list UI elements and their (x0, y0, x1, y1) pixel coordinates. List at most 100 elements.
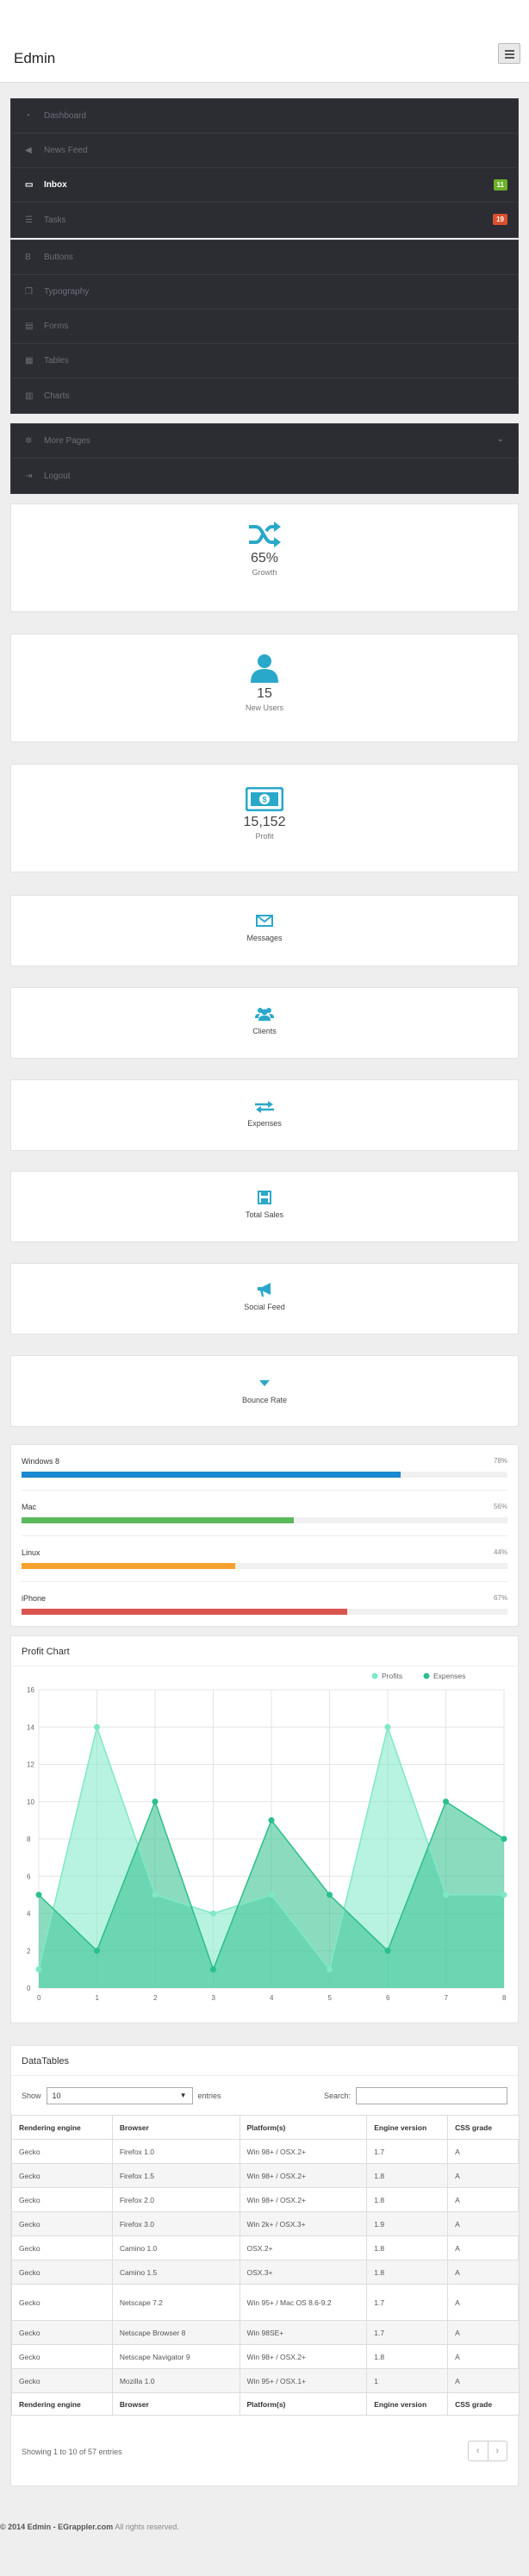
data-point-profits (384, 1723, 391, 1730)
progress-row-windows: Windows 8 78% (22, 1445, 507, 1491)
shortcut-social-feed[interactable]: Social Feed (10, 1263, 519, 1335)
user-icon (251, 654, 278, 683)
page-length-value: 10 (52, 2091, 61, 2100)
menu-toggle-button[interactable] (498, 43, 520, 64)
search-label: Search: (323, 2091, 351, 2100)
progress-name: iPhone (22, 1594, 47, 1603)
table-cell: A (447, 2320, 520, 2345)
sidebar-item-typography[interactable]: ❐ Typography (11, 275, 518, 309)
y-tick-label: 8 (27, 1835, 31, 1843)
sidebar-item-tasks[interactable]: ☰ Tasks 19 (11, 203, 518, 237)
table-cell: Camino 1.5 (111, 2260, 240, 2285)
legend-swatch (371, 1673, 378, 1679)
table-cell: 1.8 (366, 2163, 449, 2188)
table-cell: 1.7 (366, 2139, 449, 2164)
sidebar-item-logout[interactable]: ⇥ Logout (11, 459, 518, 493)
stat-card-new-users[interactable]: 15 New Users (10, 634, 519, 742)
legend-swatch (423, 1673, 430, 1679)
column-header[interactable]: Engine version (366, 2115, 449, 2140)
shortcut-total-sales[interactable]: Total Sales (10, 1171, 519, 1242)
brand-logo[interactable]: Edmin (14, 50, 55, 67)
column-header[interactable]: CSS grade (447, 2115, 520, 2140)
table-cell: 1.8 (366, 2344, 449, 2369)
stat-card-profit[interactable]: $ 15,152 Profit (10, 764, 519, 872)
progress-row-iphone: iPhone 67% (22, 1582, 507, 1628)
y-tick-label: 10 (27, 1798, 34, 1806)
sidebar-nav-ui: B Buttons ❐ Typography ▤ Forms ▦ Tables … (10, 240, 519, 414)
progress-name: Linux (22, 1548, 40, 1557)
column-header[interactable]: Browser (111, 2115, 240, 2140)
table-row: Gecko Mozilla 1.0 Win 95+ / OSX.1+ 1 A (11, 2368, 520, 2393)
hamburger-icon (505, 50, 514, 52)
prev-page-button[interactable]: ‹ (469, 2442, 488, 2460)
shortcut-label: Social Feed (244, 1303, 285, 1311)
table-cell: Firefox 1.5 (111, 2163, 240, 2188)
sidebar-item-label: Forms (44, 322, 69, 331)
progress-percent: 78% (493, 1457, 507, 1465)
bullhorn-icon (258, 1283, 271, 1297)
page-footer: © 2014 Edmin - EGrappler.com All rights … (0, 2523, 179, 2531)
chevron-down-icon: ⌄ (496, 435, 504, 444)
sidebar-item-buttons[interactable]: B Buttons (11, 241, 518, 275)
sidebar-item-dashboard[interactable]: ◔ Dashboard (11, 99, 518, 134)
x-tick-label: 0 (37, 1994, 41, 2002)
data-point-profits (210, 1910, 216, 1916)
sidebar-item-forms[interactable]: ▤ Forms (11, 309, 518, 344)
data-point-profits (501, 1891, 507, 1898)
dashboard-icon: ◔ (25, 111, 31, 121)
column-header[interactable]: Platform(s) (239, 2115, 368, 2140)
sidebar-item-more-pages[interactable]: ✲ More Pages ⌄ (11, 424, 518, 459)
envelope-icon (256, 915, 273, 927)
sidebar-item-tables[interactable]: ▦ Tables (11, 344, 518, 378)
sidebar-item-inbox[interactable]: ▭ Inbox 11 (11, 168, 518, 203)
column-footer: Browser (111, 2392, 240, 2416)
page-length-control: Show 10 ▼ entries (22, 2087, 221, 2104)
x-tick-label: 4 (270, 1994, 274, 2002)
search-input[interactable] (356, 2087, 507, 2104)
table-row: Gecko Camino 1.5 OSX.3+ 1.8 A (11, 2260, 520, 2285)
column-header[interactable]: Rendering engine (11, 2115, 113, 2140)
column-footer: Rendering engine (11, 2392, 113, 2416)
data-point-expenses (501, 1835, 507, 1842)
shortcut-bounce-rate[interactable]: Bounce Rate (10, 1355, 519, 1427)
table-row: Gecko Netscape Navigator 9 Win 98+ / OSX.2… (11, 2344, 520, 2369)
y-tick-label: 4 (27, 1910, 31, 1918)
table-cell: 1.9 (366, 2211, 449, 2236)
stat-card-growth[interactable]: 65% Growth (10, 503, 519, 612)
sidebar-item-label: Logout (44, 471, 71, 481)
y-tick-label: 14 (27, 1723, 34, 1731)
shortcut-clients[interactable]: Clients (10, 987, 519, 1059)
data-point-expenses (268, 1816, 275, 1823)
page-length-select[interactable]: 10 ▼ (46, 2087, 193, 2104)
table-cell: Gecko (11, 2344, 113, 2369)
profit-chart: 02468101214160 1 2 3 4 5 6 7 8Profits Expenses (27, 1672, 507, 2002)
profit-value: 15,152 (243, 815, 286, 829)
data-point-profits (327, 1966, 333, 1973)
sidebar-item-news-feed[interactable]: ◀ News Feed (11, 134, 518, 168)
legend-label: Expenses (433, 1672, 465, 1680)
table-cell: Gecko (11, 2368, 113, 2393)
table-row: Gecko Netscape Browser 8 Win 98SE+ 1.7 A (11, 2320, 520, 2345)
data-point-expenses (210, 1966, 216, 1973)
entries-label: entries (197, 2091, 221, 2100)
y-tick-label: 12 (27, 1761, 34, 1769)
column-footer: CSS grade (447, 2392, 520, 2416)
shortcut-messages[interactable]: Messages (10, 895, 519, 966)
progress-track (22, 1563, 507, 1569)
table-cell: A (447, 2260, 520, 2285)
table-header-row: Rendering engine Browser Platform(s) Engine… (11, 2115, 520, 2140)
data-point-profits (35, 1966, 42, 1973)
shortcut-expenses[interactable]: Expenses (10, 1079, 519, 1151)
hamburger-icon-bar (505, 53, 514, 55)
footer-brand[interactable]: © 2014 Edmin - EGrappler.com (0, 2523, 113, 2531)
table-cell: Gecko (11, 2139, 113, 2164)
table-cell: A (447, 2163, 520, 2188)
save-icon (258, 1191, 271, 1204)
data-point-expenses (384, 1948, 391, 1954)
data-point-expenses (35, 1891, 42, 1898)
growth-label: Growth (252, 568, 277, 577)
sidebar-item-charts[interactable]: ▥ Charts (11, 378, 518, 413)
table-cell: Gecko (11, 2320, 113, 2345)
bold-icon: B (25, 253, 31, 262)
next-page-button[interactable]: › (487, 2442, 507, 2460)
